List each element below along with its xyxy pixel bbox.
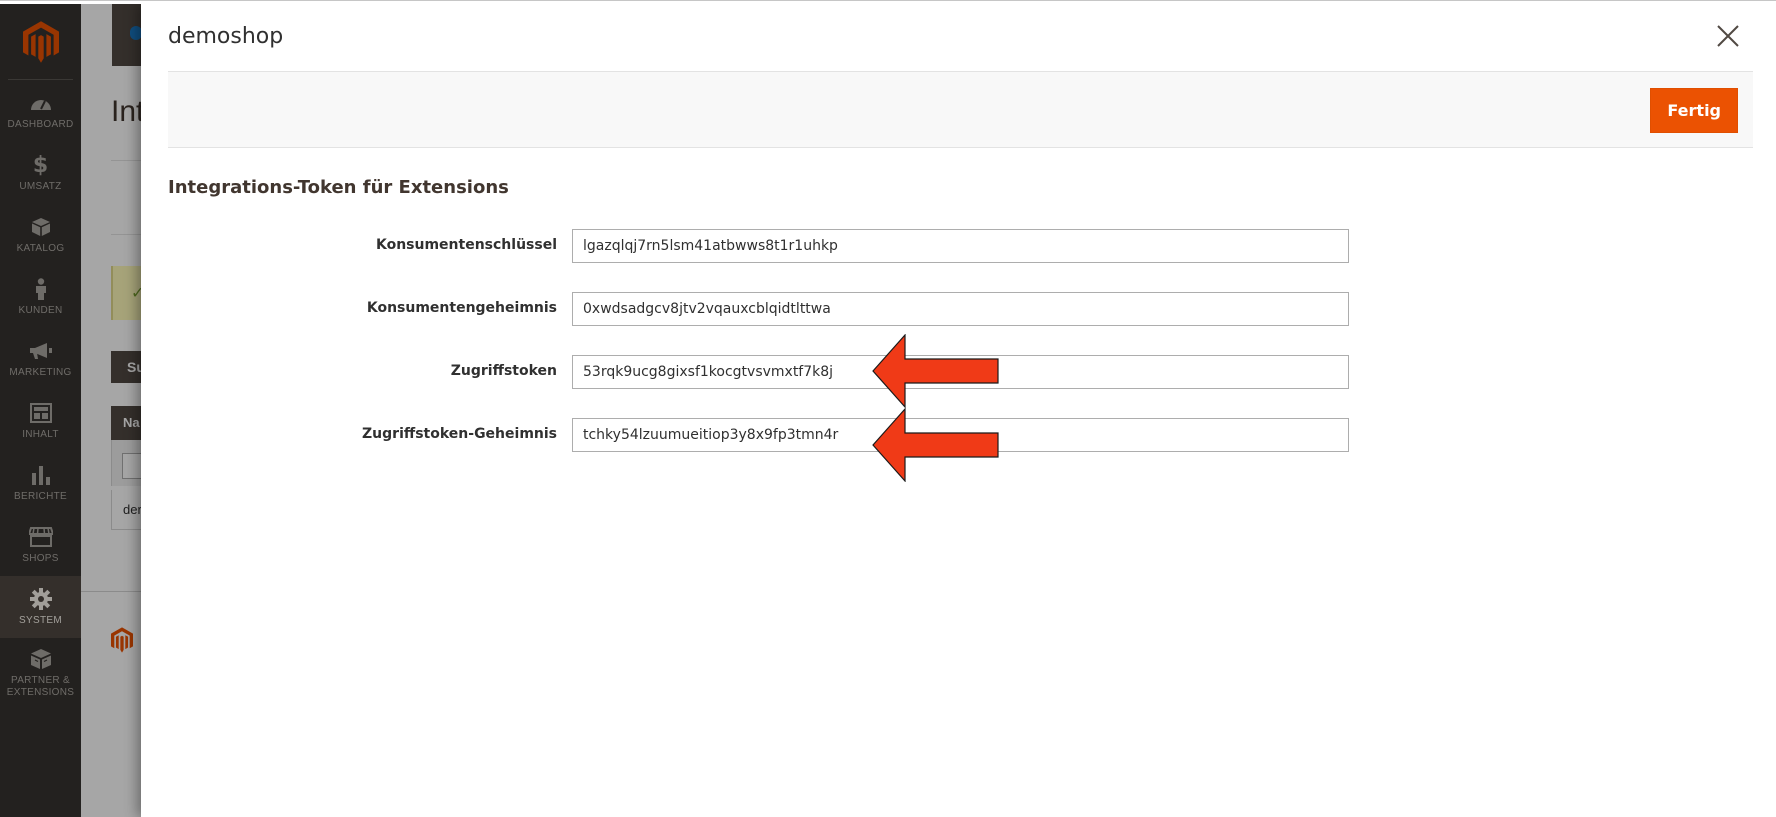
window-top-edge [0,0,1776,4]
section-title: Integrations-Token für Extensions [168,177,509,198]
consumer-secret-field[interactable] [572,292,1349,326]
access-token-secret-field[interactable] [572,418,1349,452]
access-token-field[interactable] [572,355,1349,389]
consumer-key-field[interactable] [572,229,1349,263]
field-row-access-token-secret: Zugriffstoken-Geheimnis [141,418,1776,452]
field-row-consumer-key: Konsumentenschlüssel [141,229,1776,263]
modal-title: demoshop [168,24,284,49]
integration-modal: demoshop Fertig Integrations-Token für E… [141,4,1776,817]
done-button[interactable]: Fertig [1650,88,1738,133]
field-label: Zugriffstoken-Geheimnis [362,426,557,442]
close-icon [1717,25,1739,47]
app-root: Int ✓ Su Na der DASHBOARD $ UMSATZ KATAL… [0,0,1776,817]
close-button[interactable] [1714,22,1742,50]
modal-action-bar: Fertig [168,71,1753,148]
field-label: Konsumentenschlüssel [375,237,557,253]
field-label: Konsumentengeheimnis [366,300,557,316]
field-row-consumer-secret: Konsumentengeheimnis [141,292,1776,326]
field-row-access-token: Zugriffstoken [141,355,1776,389]
field-label: Zugriffstoken [450,363,557,379]
